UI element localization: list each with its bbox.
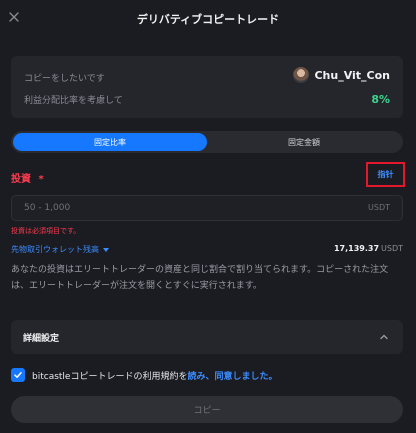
terms-checkbox[interactable] — [11, 368, 25, 382]
copy-description: あなたの投資はエリートトレーダーの資産と同じ割合で割り当てられます。コピーされた… — [11, 265, 389, 291]
trader: Chu_Vit_Con — [293, 66, 390, 84]
wallet-currency: USDT — [381, 244, 403, 253]
investment-field: USDT — [11, 195, 403, 221]
trader-name: Chu_Vit_Con — [314, 68, 390, 82]
check-icon — [14, 372, 22, 378]
invest-label-text: 投資 — [11, 174, 31, 185]
profit-share-label: 利益分配比率を考慮して — [24, 96, 123, 106]
terms-link[interactable]: 読み、同意しました。 — [187, 372, 277, 382]
required-mark: * — [38, 174, 44, 185]
caret-down-icon — [103, 247, 109, 252]
chevron-up-icon — [380, 334, 388, 340]
wallet-balance-value: 17,139.37 — [333, 244, 380, 253]
wallet-label: 先物取引ウォレット残高 — [11, 245, 99, 254]
tab-fixed-ratio[interactable]: 固定比率 — [13, 133, 207, 151]
investment-error: 投資は必須項目です。 — [11, 227, 81, 235]
header: デリバティブコピートレード — [0, 0, 416, 40]
wallet-selector[interactable]: 先物取引ウォレット残高 — [11, 244, 109, 255]
page-title: デリバティブコピートレード — [136, 13, 280, 26]
leverage-label: 指针 — [377, 170, 394, 179]
copy-button[interactable]: コピー — [11, 396, 403, 423]
terms-prefix: bitcastleコピートレードの利用規約を — [32, 371, 188, 382]
profit-ratio-value: 8% — [371, 93, 390, 106]
leverage-button[interactable]: 指针 — [366, 162, 405, 187]
tab-fixed-amount[interactable]: 固定金額 — [207, 133, 401, 151]
avatar — [293, 67, 310, 83]
trader-info-card: コピーをしたいです 利益分配比率を考慮して Chu_Vit_Con 8% — [11, 56, 403, 118]
invest-label: 投資 * — [11, 170, 44, 185]
terms-text: bitcastleコピートレードの利用規約を読み、同意しました。 — [32, 369, 277, 382]
investment-unit: USDT — [368, 203, 390, 212]
investment-input[interactable] — [12, 196, 352, 220]
advanced-settings-toggle[interactable]: 詳細設定 — [11, 320, 403, 354]
mode-switch: 固定比率 固定金額 — [11, 131, 403, 153]
wallet-balance: 17,139.37 USDT — [334, 244, 403, 253]
terms-agreement: bitcastleコピートレードの利用規約を読み、同意しました。 — [11, 367, 277, 383]
advanced-settings-label: 詳細設定 — [23, 334, 60, 344]
copy-label: コピーをしたいです — [24, 74, 105, 84]
